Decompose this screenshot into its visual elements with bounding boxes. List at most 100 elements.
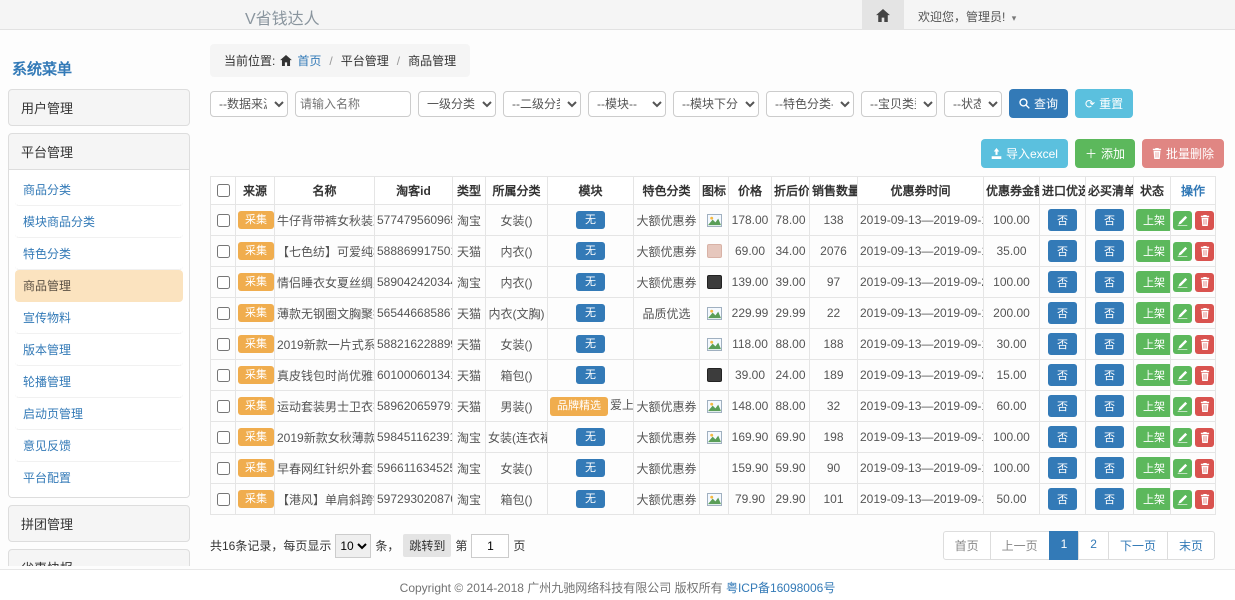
sidebar-sub-item[interactable]: 版本管理 xyxy=(15,334,183,366)
edit-button[interactable] xyxy=(1173,397,1192,416)
page-button[interactable]: 1 xyxy=(1049,531,1080,560)
must-buy-toggle[interactable]: 否 xyxy=(1095,302,1124,324)
filter-name-input[interactable] xyxy=(295,91,411,117)
sidebar-sub-item[interactable]: 模块商品分类 xyxy=(15,206,183,238)
home-button[interactable] xyxy=(862,0,904,30)
must-buy-toggle[interactable]: 否 xyxy=(1095,488,1124,510)
edit-button[interactable] xyxy=(1173,459,1192,478)
status-button[interactable]: 上架 xyxy=(1136,333,1171,355)
delete-button[interactable] xyxy=(1195,242,1214,261)
page-button[interactable]: 2 xyxy=(1078,531,1109,560)
row-checkbox[interactable] xyxy=(217,462,230,475)
add-button[interactable]: ＋ 添加 xyxy=(1075,139,1135,168)
row-checkbox[interactable] xyxy=(217,431,230,444)
must-buy-toggle[interactable]: 否 xyxy=(1095,240,1124,262)
delete-button[interactable] xyxy=(1195,335,1214,354)
sidebar-sub-item[interactable]: 轮播管理 xyxy=(15,366,183,398)
must-buy-toggle[interactable]: 否 xyxy=(1095,426,1124,448)
page-button[interactable]: 上一页 xyxy=(990,531,1050,560)
sidebar-sub-item[interactable]: 启动页管理 xyxy=(15,398,183,430)
delete-button[interactable] xyxy=(1195,490,1214,509)
delete-button[interactable] xyxy=(1195,459,1214,478)
jump-button[interactable]: 跳转到 xyxy=(403,534,451,557)
edit-button[interactable] xyxy=(1173,211,1192,230)
edit-button[interactable] xyxy=(1173,335,1192,354)
edit-button[interactable] xyxy=(1173,490,1192,509)
delete-button[interactable] xyxy=(1195,304,1214,323)
edit-button[interactable] xyxy=(1173,273,1192,292)
search-button[interactable]: 查询 xyxy=(1009,89,1068,118)
must-buy-toggle[interactable]: 否 xyxy=(1095,457,1124,479)
status-button[interactable]: 上架 xyxy=(1136,302,1171,324)
edit-button[interactable] xyxy=(1173,366,1192,385)
filter-select-item-type[interactable]: --宝贝类型-- xyxy=(861,91,937,117)
filter-select-level1-category[interactable]: 一级分类 xyxy=(418,91,496,117)
row-checkbox[interactable] xyxy=(217,400,230,413)
filter-select-level2-category[interactable]: --二级分类-- xyxy=(503,91,581,117)
row-checkbox[interactable] xyxy=(217,214,230,227)
per-page-select[interactable]: 10 xyxy=(335,534,371,558)
imported-toggle[interactable]: 否 xyxy=(1048,209,1077,231)
filter-select-module[interactable]: --模块-- xyxy=(588,91,666,117)
delete-button[interactable] xyxy=(1195,397,1214,416)
sidebar-sub-item[interactable]: 特色分类 xyxy=(15,238,183,270)
jump-page-input[interactable] xyxy=(471,534,509,558)
imported-toggle[interactable]: 否 xyxy=(1048,302,1077,324)
imported-toggle[interactable]: 否 xyxy=(1048,240,1077,262)
icp-link[interactable]: 粤ICP备16098006号 xyxy=(726,581,835,595)
must-buy-toggle[interactable]: 否 xyxy=(1095,209,1124,231)
status-button[interactable]: 上架 xyxy=(1136,209,1171,231)
imported-toggle[interactable]: 否 xyxy=(1048,457,1077,479)
filter-select-data-source[interactable]: --数据来源-- xyxy=(210,91,288,117)
status-button[interactable]: 上架 xyxy=(1136,426,1171,448)
status-button[interactable]: 上架 xyxy=(1136,271,1171,293)
edit-button[interactable] xyxy=(1173,242,1192,261)
select-all-checkbox[interactable] xyxy=(217,184,230,197)
filter-select-status[interactable]: --状态-- xyxy=(944,91,1002,117)
status-button[interactable]: 上架 xyxy=(1136,488,1171,510)
delete-button[interactable] xyxy=(1195,428,1214,447)
edit-button[interactable] xyxy=(1173,428,1192,447)
delete-button[interactable] xyxy=(1195,211,1214,230)
breadcrumb-home-link[interactable]: 首页 xyxy=(297,52,321,69)
status-button[interactable]: 上架 xyxy=(1136,240,1171,262)
must-buy-toggle[interactable]: 否 xyxy=(1095,364,1124,386)
page-button[interactable]: 首页 xyxy=(943,531,991,560)
sidebar-sub-item[interactable]: 平台配置 xyxy=(15,462,183,493)
row-checkbox[interactable] xyxy=(217,245,230,258)
must-buy-toggle[interactable]: 否 xyxy=(1095,333,1124,355)
sidebar-group-header[interactable]: 用户管理 xyxy=(9,90,189,125)
filter-select-feature-category[interactable]: --特色分类-- xyxy=(766,91,854,117)
imported-toggle[interactable]: 否 xyxy=(1048,488,1077,510)
row-checkbox[interactable] xyxy=(217,307,230,320)
row-checkbox[interactable] xyxy=(217,338,230,351)
row-checkbox[interactable] xyxy=(217,276,230,289)
delete-button[interactable] xyxy=(1195,366,1214,385)
status-button[interactable]: 上架 xyxy=(1136,395,1171,417)
delete-button[interactable] xyxy=(1195,273,1214,292)
sidebar-sub-item[interactable]: 意见反馈 xyxy=(15,430,183,462)
status-button[interactable]: 上架 xyxy=(1136,457,1171,479)
imported-toggle[interactable]: 否 xyxy=(1048,333,1077,355)
edit-button[interactable] xyxy=(1173,304,1192,323)
imported-toggle[interactable]: 否 xyxy=(1048,395,1077,417)
user-menu[interactable]: 欢迎您，管理员! ▾ xyxy=(918,8,1016,25)
filter-select-module-sub-category[interactable]: --模块下分类-- xyxy=(673,91,759,117)
sidebar-group-header[interactable]: 省惠快报 xyxy=(9,550,189,566)
sidebar-sub-item[interactable]: 商品分类 xyxy=(15,174,183,206)
imported-toggle[interactable]: 否 xyxy=(1048,364,1077,386)
imported-toggle[interactable]: 否 xyxy=(1048,271,1077,293)
status-button[interactable]: 上架 xyxy=(1136,364,1171,386)
sidebar-sub-item[interactable]: 宣传物料 xyxy=(15,302,183,334)
page-button[interactable]: 下一页 xyxy=(1108,531,1168,560)
row-checkbox[interactable] xyxy=(217,369,230,382)
must-buy-toggle[interactable]: 否 xyxy=(1095,271,1124,293)
sidebar-sub-item[interactable]: 商品管理 xyxy=(15,270,183,302)
sidebar-group-header[interactable]: 平台管理 xyxy=(9,134,189,169)
imported-toggle[interactable]: 否 xyxy=(1048,426,1077,448)
must-buy-toggle[interactable]: 否 xyxy=(1095,395,1124,417)
reset-button[interactable]: ⟳ 重置 xyxy=(1075,89,1133,118)
sidebar-group-header[interactable]: 拼团管理 xyxy=(9,506,189,541)
page-button[interactable]: 末页 xyxy=(1167,531,1215,560)
row-checkbox[interactable] xyxy=(217,493,230,506)
